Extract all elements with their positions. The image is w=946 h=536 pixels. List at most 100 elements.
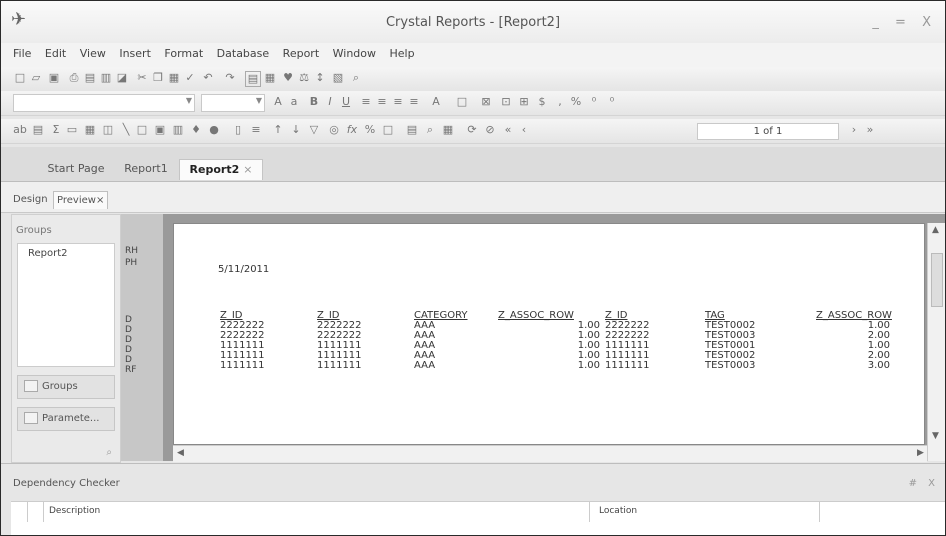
pin-icon[interactable]: ⌕: [106, 447, 112, 458]
running-total-icon[interactable]: %: [363, 123, 377, 137]
decimal-increase-icon[interactable]: ⁰: [587, 95, 601, 109]
scroll-thumb[interactable]: [931, 253, 943, 307]
italic-icon[interactable]: I: [323, 95, 337, 109]
group-expert-icon[interactable]: ▧: [331, 71, 345, 85]
preview-icon[interactable]: ▤: [83, 71, 97, 85]
scroll-right-icon[interactable]: ▶: [917, 448, 924, 458]
menu-view[interactable]: View: [75, 43, 111, 60]
sort-icon[interactable]: ↕: [313, 71, 327, 85]
lock-format-icon[interactable]: ⊡: [499, 95, 513, 109]
suppress-icon[interactable]: ⊠: [479, 95, 493, 109]
align-center-icon[interactable]: ≡: [375, 95, 389, 109]
insert-group-icon[interactable]: ▤: [31, 123, 45, 137]
column-header-location[interactable]: Location: [599, 506, 637, 516]
refresh-icon[interactable]: ⟳: [465, 123, 479, 137]
close-icon[interactable]: ×: [243, 163, 252, 176]
tab-report2[interactable]: Report2 ×: [179, 159, 263, 180]
report-explorer-icon[interactable]: ▦: [263, 71, 277, 85]
menu-window[interactable]: Window: [328, 43, 381, 60]
font-color-icon[interactable]: A: [429, 95, 443, 109]
menu-edit[interactable]: Edit: [40, 43, 71, 60]
tab-report1[interactable]: Report1: [115, 159, 177, 179]
tab-design[interactable]: Design: [13, 191, 48, 208]
copy-icon[interactable]: ❐: [151, 71, 165, 85]
save-icon[interactable]: ▣: [47, 71, 61, 85]
vertical-scrollbar[interactable]: ▲ ▼: [927, 223, 945, 461]
format-painter-icon[interactable]: ✓: [183, 71, 197, 85]
group-tree-icon[interactable]: ▤: [405, 123, 419, 137]
insert-crosstab-icon[interactable]: ▭: [65, 123, 79, 137]
window-controls[interactable]: _ = X: [872, 15, 937, 30]
export-icon[interactable]: ▥: [99, 71, 113, 85]
next-page-icon[interactable]: ›: [847, 123, 861, 137]
panel-pin-close[interactable]: # X: [909, 478, 939, 489]
insert-text-icon[interactable]: ab: [13, 123, 27, 137]
cut-icon[interactable]: ✂: [135, 71, 149, 85]
tab-start-page[interactable]: Start Page: [37, 159, 115, 179]
horizontal-scrollbar[interactable]: ◀ ▶: [173, 445, 927, 462]
bold-icon[interactable]: B: [307, 95, 321, 109]
sort-descending-icon[interactable]: ↓: [289, 123, 303, 137]
scroll-left-icon[interactable]: ◀: [177, 448, 184, 458]
align-right-icon[interactable]: ≡: [391, 95, 405, 109]
align-left-icon[interactable]: ≡: [359, 95, 373, 109]
formula-icon[interactable]: fx: [345, 123, 359, 137]
insert-subreport-icon[interactable]: ◫: [101, 123, 115, 137]
font-shrink-icon[interactable]: a: [287, 95, 301, 109]
chart-expert-icon[interactable]: ◪: [115, 71, 129, 85]
menu-report[interactable]: Report: [278, 43, 324, 60]
font-grow-icon[interactable]: A: [271, 95, 285, 109]
insert-ole-icon[interactable]: ●: [207, 123, 221, 137]
scroll-down-icon[interactable]: ▼: [932, 431, 939, 441]
insert-line-icon[interactable]: ╲: [119, 123, 133, 137]
print-icon[interactable]: ⎙: [67, 71, 81, 85]
currency-icon[interactable]: $: [535, 95, 549, 109]
menu-format[interactable]: Format: [159, 43, 208, 60]
parameters-button[interactable]: Paramete...: [17, 407, 115, 431]
prev-page-icon[interactable]: ‹: [517, 123, 531, 137]
fit-page-icon[interactable]: ▦: [441, 123, 455, 137]
menu-help[interactable]: Help: [385, 43, 420, 60]
expert-icon[interactable]: ♥: [281, 71, 295, 85]
first-page-icon[interactable]: «: [501, 123, 515, 137]
tab-preview[interactable]: Preview×: [53, 191, 109, 209]
field-explorer-icon[interactable]: ▤: [245, 71, 261, 87]
insert-map-icon[interactable]: ♦: [189, 123, 203, 137]
stop-icon[interactable]: ⊘: [483, 123, 497, 137]
insert-summary-icon[interactable]: Σ: [49, 123, 63, 137]
insert-box-icon[interactable]: □: [135, 123, 149, 137]
percent-icon[interactable]: %: [569, 95, 583, 109]
thousands-icon[interactable]: ,: [553, 95, 567, 109]
open-icon[interactable]: ▱: [29, 71, 43, 85]
justify-icon[interactable]: ≡: [407, 95, 421, 109]
font-size-select[interactable]: ▼: [201, 94, 265, 112]
insert-picture-icon[interactable]: ▣: [153, 123, 167, 137]
link-icon[interactable]: ◎: [327, 123, 341, 137]
redo-icon[interactable]: ↷: [223, 71, 237, 85]
parameter-icon[interactable]: □: [381, 123, 395, 137]
section-expert-icon[interactable]: ▯: [231, 123, 245, 137]
sort-ascending-icon[interactable]: ↑: [271, 123, 285, 137]
lock-size-icon[interactable]: ⊞: [517, 95, 531, 109]
last-page-icon[interactable]: »: [863, 123, 877, 137]
scroll-up-icon[interactable]: ▲: [932, 225, 939, 235]
insert-olap-icon[interactable]: ▦: [83, 123, 97, 137]
font-name-select[interactable]: ▼: [13, 94, 195, 112]
undo-icon[interactable]: ↶: [201, 71, 215, 85]
menu-database[interactable]: Database: [212, 43, 275, 60]
border-icon[interactable]: □: [455, 95, 469, 109]
groups-button[interactable]: Groups: [17, 375, 115, 399]
new-icon[interactable]: □: [13, 71, 27, 85]
underline-icon[interactable]: U: [339, 95, 353, 109]
format-icon[interactable]: ≡: [249, 123, 263, 137]
group-tree-item[interactable]: Report2: [28, 248, 68, 259]
filter-icon[interactable]: ▽: [307, 123, 321, 137]
close-icon[interactable]: ×: [96, 195, 104, 206]
decimal-decrease-icon[interactable]: ⁰: [605, 95, 619, 109]
select-expert-icon[interactable]: ⚖: [297, 71, 311, 85]
menu-file[interactable]: File: [1, 43, 36, 60]
search-icon[interactable]: ⌕: [349, 71, 363, 85]
insert-chart-icon[interactable]: ▥: [171, 123, 185, 137]
zoom-icon[interactable]: ⌕: [423, 123, 437, 137]
page-indicator[interactable]: 1 of 1: [697, 123, 839, 140]
